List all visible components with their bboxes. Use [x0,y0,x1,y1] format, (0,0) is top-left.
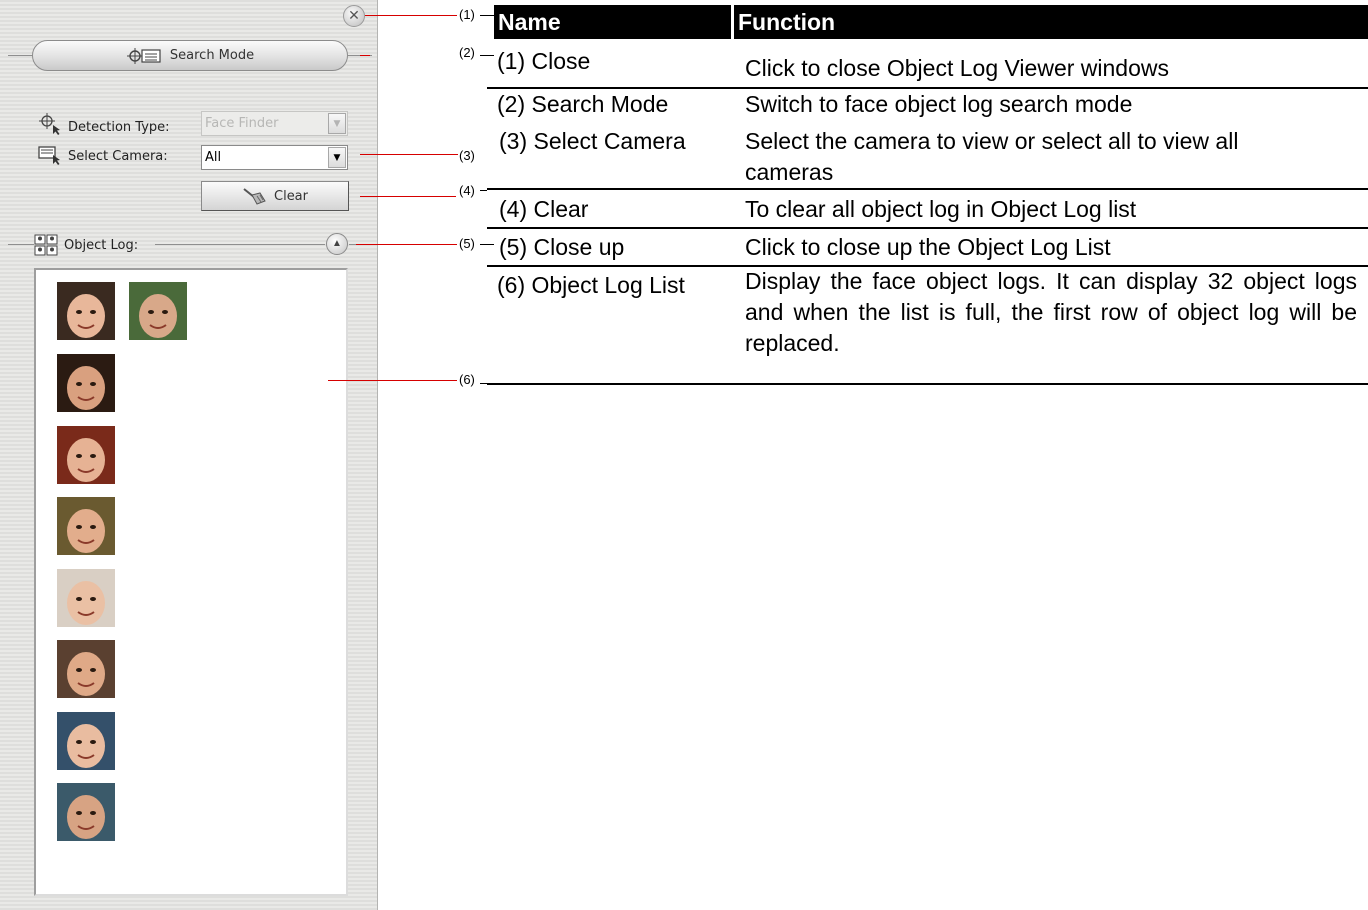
select-camera-select[interactable]: All ▼ [201,145,348,170]
callout-number-1: (1) [459,7,475,22]
row-2-name: (2) Search Mode [497,91,669,117]
connector-line [480,383,487,384]
face-thumb-girl-hat[interactable] [57,354,115,412]
divider-left [8,244,34,245]
connector-line [480,15,494,16]
callout-line-1 [365,15,457,16]
clear-label: Clear [274,188,308,204]
callout-number-2: (2) [459,45,475,60]
row-4-name: (4) Clear [499,196,589,222]
face-thumb-boy-glasses[interactable] [57,640,115,698]
row-separator [487,227,1368,229]
close-up-button[interactable]: ▲ [326,233,348,255]
header-name: Name [494,5,731,39]
row-separator [487,383,1368,385]
camera-cursor-icon [38,146,60,165]
callout-line-2 [360,55,370,56]
face-thumb-girl-cap[interactable] [57,712,115,770]
divider-left [8,55,34,56]
detection-type-label: Detection Type: [68,120,170,135]
broom-icon [243,188,266,205]
face-thumb-man-suit[interactable] [129,282,187,340]
face-thumb-girl-smiling[interactable] [57,282,115,340]
detection-type-value: Face Finder [205,116,279,131]
face-thumb-man-suit-2[interactable] [57,783,115,841]
row-1-name: (1) Close [497,48,591,74]
collapse-up-icon: ▲ [332,238,342,249]
row-separator [487,188,1368,190]
face-thumb-girl-glasses[interactable] [57,569,115,627]
callout-number-3: (3) [459,148,475,163]
chevron-down-icon: ▼ [328,147,346,168]
callout-line-6 [328,380,457,381]
detection-type-select[interactable]: Face Finder ▼ [201,111,348,136]
close-icon: ✕ [348,8,360,24]
callout-number-5: (5) [459,236,475,251]
search-mode-icon [126,47,161,64]
callout-number-4: (4) [459,183,475,198]
row-5-function: Click to close up the Object Log List [745,234,1111,260]
chevron-down-icon: ▼ [328,113,346,134]
connector-line [480,244,494,245]
row-5-name: (5) Close up [499,234,625,260]
row-1-function: Click to close Object Log Viewer windows [745,55,1169,81]
object-log-viewer-panel: ✕ Search Mode Detection Type: Face Finde… [0,0,378,910]
row-4-function: To clear all object log in Object Log li… [745,196,1137,222]
callout-number-6: (6) [459,372,475,387]
divider-object-log [155,244,325,245]
select-camera-label: Select Camera: [68,148,168,164]
object-log-header: Object Log: [34,234,138,256]
object-log-label: Object Log: [64,237,139,253]
row-3-function: Select the camera to view or select all … [745,128,1239,185]
header-function: Function [734,5,1368,39]
face-thumb-child-costume[interactable] [57,426,115,484]
row-6-function: Display the face object logs. It can dis… [745,268,1357,356]
search-mode-label: Search Mode [169,48,255,63]
select-camera-label-group: Select Camera: [38,145,168,167]
crosshair-cursor-icon [39,112,60,135]
connector-line [480,190,487,191]
row-3-name: (3) Select Camera [499,128,686,154]
row-6-name: (6) Object Log List [497,272,685,298]
connector-line [480,55,494,56]
callout-line-5 [356,244,457,245]
search-mode-button[interactable]: Search Mode [32,40,348,71]
row-2-function: Switch to face object log search mode [745,91,1133,117]
clear-button[interactable]: Clear [201,181,349,211]
close-button[interactable]: ✕ [343,5,365,27]
select-camera-value: All [205,150,222,165]
object-log-list[interactable] [34,268,348,896]
detection-type-label-group: Detection Type: [38,112,170,135]
object-log-icon [34,234,58,256]
callout-line-3 [360,154,458,155]
face-thumb-boy-beanie[interactable] [57,497,115,555]
callout-line-4 [360,196,456,197]
